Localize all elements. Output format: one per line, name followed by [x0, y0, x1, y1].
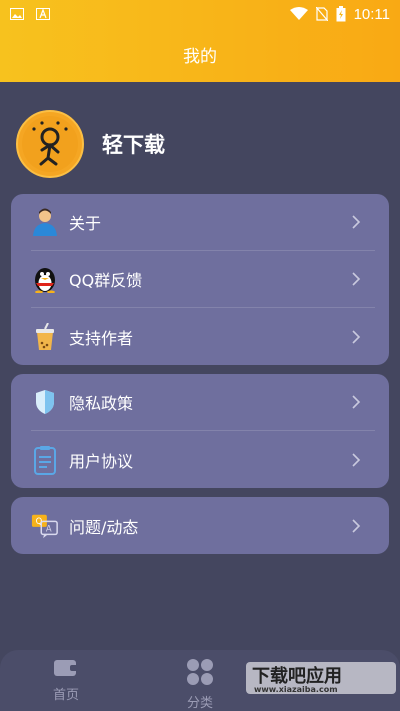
musician-logo-icon [22, 116, 78, 172]
drink-cup-icon [31, 322, 59, 351]
menu-item-support-author[interactable]: 支持作者 [31, 308, 375, 365]
menu-card-feedback: Q A 问题/动态 [11, 497, 389, 554]
profile-name: 轻下载 [102, 133, 165, 157]
chevron-right-icon [352, 272, 361, 286]
menu-item-privacy-policy[interactable]: 隐私政策 [31, 374, 375, 431]
menu-item-label: QQ群反馈 [69, 271, 143, 290]
document-icon [31, 445, 59, 475]
grid-icon [187, 659, 213, 685]
image-icon [10, 8, 24, 20]
chevron-right-icon [352, 395, 361, 409]
qq-penguin-icon [31, 265, 59, 293]
wallet-icon [54, 660, 78, 676]
header-bar: 10:11 我的 [0, 0, 400, 82]
battery-charging-icon [336, 6, 346, 22]
watermark-text: 下载吧应用 [252, 665, 342, 687]
status-time: 10:11 [353, 5, 390, 23]
watermark: 下载吧应用 www.xiazaiba.com [246, 660, 396, 696]
a-letter-icon [36, 8, 50, 20]
menu-item-qq-feedback[interactable]: QQ群反馈 [31, 251, 375, 308]
chevron-right-icon [352, 452, 361, 467]
watermark-domain: www.xiazaiba.com [254, 685, 338, 694]
menu-card-legal: 隐私政策 用户协议 [11, 374, 389, 488]
menu-item-label: 关于 [69, 214, 102, 233]
menu-item-about[interactable]: 关于 [31, 194, 375, 251]
tab-home-label: 首页 [52, 688, 79, 703]
chevron-right-icon [352, 215, 361, 229]
privacy-shield-icon [31, 388, 59, 416]
menu-item-label: 隐私政策 [69, 394, 134, 413]
tab-category-label: 分类 [186, 696, 213, 711]
tab-home[interactable]: 首页 [36, 658, 96, 703]
menu-item-user-agreement[interactable]: 用户协议 [31, 431, 375, 488]
wifi-icon [289, 7, 308, 20]
chevron-right-icon [352, 329, 361, 344]
menu-card-general: 关于 QQ群反馈 支持作者 [11, 194, 389, 365]
no-sim-icon [315, 7, 328, 21]
profile-section[interactable]: 轻下载 [16, 110, 165, 178]
svg-text:A: A [46, 523, 52, 533]
menu-item-label: 支持作者 [69, 328, 134, 348]
menu-item-label: 问题/动态 [69, 517, 139, 537]
watermark-logo-icon: 下载吧应用 www.xiazaiba.com [246, 662, 396, 694]
menu-item-label: 用户协议 [69, 451, 134, 471]
person-icon [31, 208, 59, 236]
avatar[interactable] [16, 110, 84, 178]
chat-bubbles-icon: Q A [31, 512, 59, 540]
chevron-right-icon [352, 518, 361, 533]
status-bar: 10:11 [0, 0, 400, 28]
menu-item-issues-news[interactable]: Q A 问题/动态 [31, 497, 375, 554]
tab-category[interactable]: 分类 [170, 658, 230, 711]
page-title: 我的 [183, 47, 217, 67]
